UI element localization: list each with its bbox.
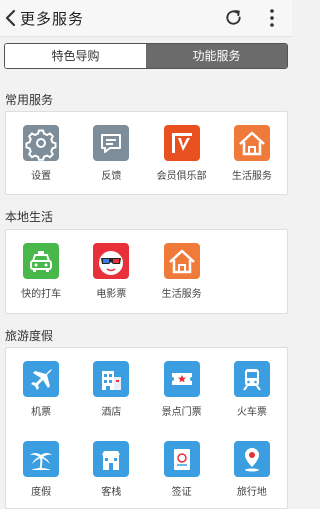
location-pin-icon xyxy=(233,441,270,477)
service-label: 生活服务 xyxy=(231,171,272,182)
section-title-local-life: 本地生活 xyxy=(5,210,54,224)
service-item-settings[interactable]: 设置 xyxy=(6,112,76,192)
refresh-icon[interactable] xyxy=(224,8,243,27)
service-label: 电影票 xyxy=(96,289,127,300)
taxi-icon xyxy=(23,243,60,279)
service-item-hotel[interactable]: 酒店 xyxy=(76,348,146,428)
back-arrow-icon[interactable] xyxy=(4,9,18,27)
service-label: 会员俱乐部 xyxy=(156,171,207,182)
visa-icon xyxy=(163,441,200,477)
service-item-visa[interactable]: 签证 xyxy=(147,428,217,508)
common-services-card: 设置 反馈 会员俱乐部 生活服务 xyxy=(5,111,288,195)
service-item-feedback[interactable]: 反馈 xyxy=(76,112,146,192)
gear-icon xyxy=(23,125,60,161)
service-item-attraction-ticket[interactable]: 景点门票 xyxy=(147,348,217,428)
more-menu-icon[interactable] xyxy=(268,8,276,28)
ticket-icon xyxy=(163,361,200,397)
service-label: 反馈 xyxy=(101,171,122,182)
service-label: 旅行地 xyxy=(236,487,267,498)
tab-function-services[interactable]: 功能服务 xyxy=(146,44,287,68)
palm-tree-icon xyxy=(23,441,60,477)
service-item-taxi[interactable]: 快的打车 xyxy=(6,230,76,310)
segment-tabs: 特色导购 功能服务 xyxy=(4,43,288,69)
service-label: 签证 xyxy=(171,487,192,498)
service-item-life-services-local[interactable]: 生活服务 xyxy=(147,230,217,310)
section-title-travel: 旅游度假 xyxy=(5,329,54,343)
airplane-icon xyxy=(23,361,60,397)
service-item-flight[interactable]: 机票 xyxy=(6,348,76,428)
service-label: 客栈 xyxy=(101,487,122,498)
tab-featured-shopping[interactable]: 特色导购 xyxy=(5,44,146,68)
top-bar: 更多服务 xyxy=(0,0,292,37)
service-label: 酒店 xyxy=(101,407,122,418)
service-label: 设置 xyxy=(31,171,52,182)
service-item-life-services[interactable]: 生活服务 xyxy=(217,112,287,192)
service-label: 度假 xyxy=(31,487,52,498)
service-label: 景点门票 xyxy=(161,407,202,418)
service-label: 火车票 xyxy=(236,407,267,418)
service-item-movie-ticket[interactable]: 电影票 xyxy=(76,230,146,310)
service-item-member-club[interactable]: 会员俱乐部 xyxy=(147,112,217,192)
service-label: 机票 xyxy=(31,407,52,418)
house-icon xyxy=(233,125,270,161)
page-title: 更多服务 xyxy=(20,10,85,28)
empty-slot xyxy=(217,230,287,310)
movie-3d-glasses-icon xyxy=(93,243,130,279)
train-icon xyxy=(233,361,270,397)
chat-bubble-icon xyxy=(93,125,130,161)
service-item-destination[interactable]: 旅行地 xyxy=(217,428,287,508)
service-label: 快的打车 xyxy=(21,289,62,300)
house-icon xyxy=(163,243,200,279)
local-life-card: 快的打车 电影票 生活服务 xyxy=(5,229,288,314)
inn-icon xyxy=(93,441,130,477)
section-title-common: 常用服务 xyxy=(5,93,54,107)
hotel-icon xyxy=(93,361,130,397)
service-item-train-ticket[interactable]: 火车票 xyxy=(217,348,287,428)
service-item-inn[interactable]: 客栈 xyxy=(76,428,146,508)
v-logo-icon xyxy=(163,125,200,161)
service-label: 生活服务 xyxy=(161,289,202,300)
travel-card: 机票 酒店 景点门票 火车票 度假 客栈 签证 旅行地 xyxy=(5,347,288,509)
service-item-vacation[interactable]: 度假 xyxy=(6,428,76,508)
